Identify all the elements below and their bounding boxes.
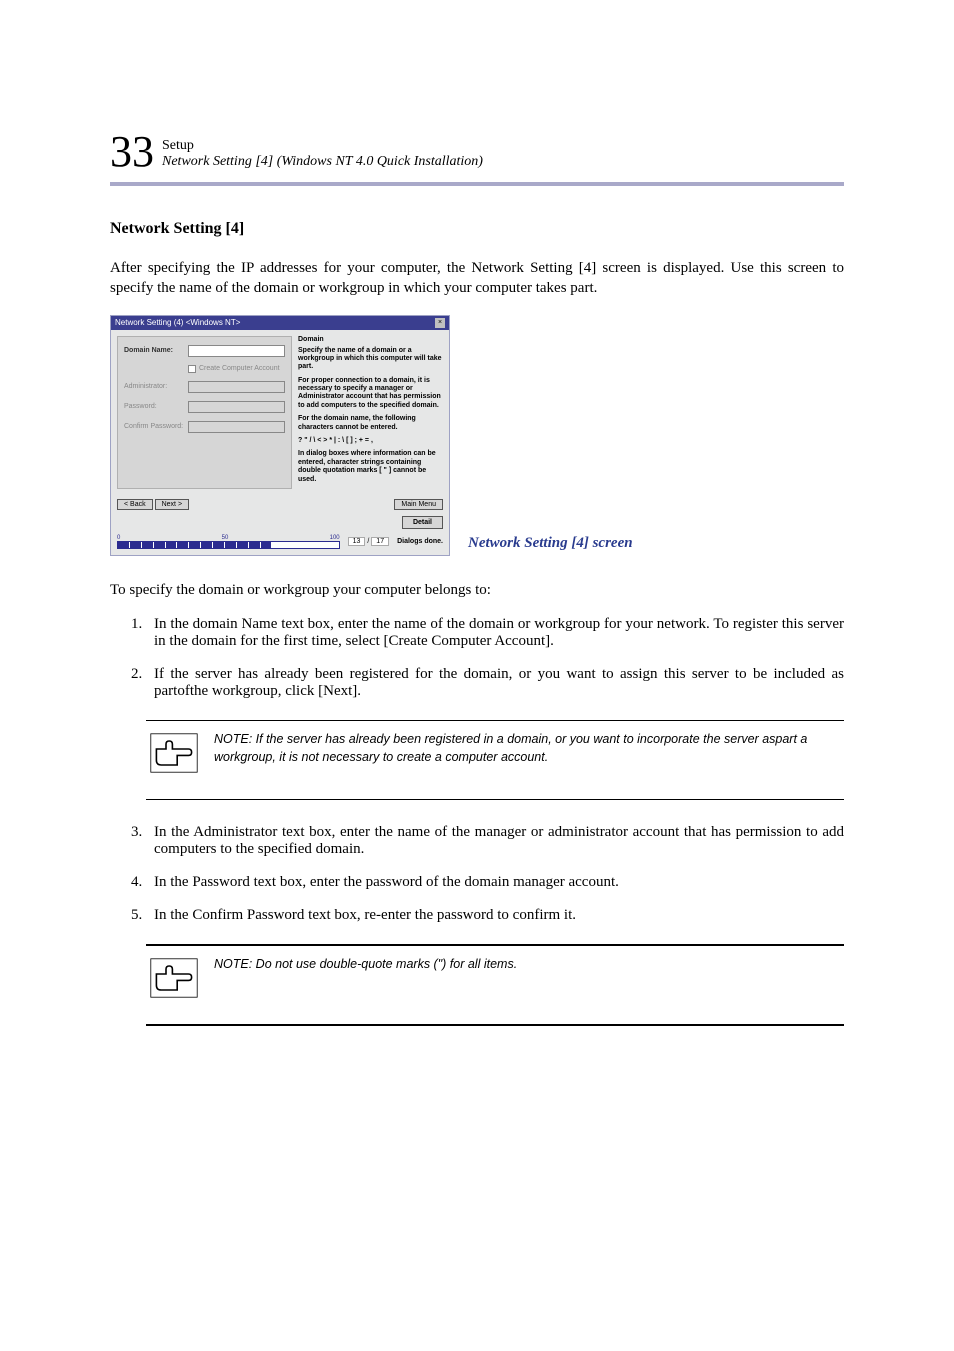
back-button[interactable]: < Back (117, 499, 153, 510)
progress-row: 0 50 100 13 / 17 Dialogs done. (111, 533, 449, 555)
step-2: If the server has already been registere… (146, 666, 844, 700)
steps-list-2: In the Administrator text box, enter the… (132, 824, 844, 924)
note-box-2: NOTE: Do not use double-quote marks (") … (146, 944, 844, 1026)
dialog-help-panel: Domain Specify the name of a domain or a… (298, 336, 443, 489)
header-subtitle: Network Setting [4] (Windows NT 4.0 Quic… (162, 154, 483, 170)
confirm-password-input[interactable] (188, 421, 285, 433)
screenshot-row: Network Setting (4) <Windows NT> × Domai… (110, 315, 844, 556)
dialog-titlebar: Network Setting (4) <Windows NT> × (111, 316, 449, 330)
domain-name-label: Domain Name: (124, 347, 184, 354)
setup-label: Setup (162, 138, 483, 154)
password-label: Password: (124, 403, 184, 410)
dialog-title: Network Setting (4) <Windows NT> (115, 318, 240, 327)
step-1: In the domain Name text box, enter the n… (146, 616, 844, 650)
help-p4: In dialog boxes where information can be… (298, 450, 443, 484)
main-menu-button[interactable]: Main Menu (394, 499, 443, 510)
note-box-1: NOTE: If the server has already been reg… (146, 720, 844, 800)
dialog-form-panel: Domain Name: Create Computer Account Adm… (117, 336, 292, 489)
step-5: In the Confirm Password text box, re-ent… (146, 907, 844, 924)
header-text: Setup Network Setting [4] (Windows NT 4.… (162, 138, 483, 174)
lead-in-text: To specify the domain or workgroup your … (110, 580, 844, 600)
screenshot-caption: Network Setting [4] screen (468, 535, 633, 552)
close-icon[interactable]: × (435, 318, 445, 328)
pointing-hand-icon (150, 731, 198, 775)
help-chars: ? " / \ < > * | : \ [ ] ; + = , (298, 437, 443, 445)
help-p2: For proper connection to a domain, it is… (298, 377, 443, 411)
help-p1: Specify the name of a domain or a workgr… (298, 347, 443, 372)
help-heading: Domain (298, 336, 443, 343)
header-divider (110, 182, 844, 186)
dialog-button-row: < Back Next > Main Menu (111, 495, 449, 514)
step-3: In the Administrator text box, enter the… (146, 824, 844, 858)
step-4: In the Password text box, enter the pass… (146, 874, 844, 891)
chapter-number: 33 (110, 130, 154, 174)
administrator-label: Administrator: (124, 383, 184, 390)
create-account-label: Create Computer Account (199, 365, 280, 372)
page-header: 33 Setup Network Setting [4] (Windows NT… (110, 130, 844, 174)
administrator-input[interactable] (188, 381, 285, 393)
detail-button[interactable]: Detail (402, 516, 443, 529)
pointing-hand-icon (150, 956, 198, 1000)
create-account-row[interactable]: Create Computer Account (188, 365, 285, 373)
note-1-text: NOTE: If the server has already been reg… (214, 731, 840, 766)
progress-done-label: Dialogs done. (397, 538, 443, 545)
confirm-password-label: Confirm Password: (124, 423, 184, 430)
steps-list-1: In the domain Name text box, enter the n… (132, 616, 844, 700)
help-p3: For the domain name, the following chara… (298, 415, 443, 432)
progress-count: 13 / 17 (348, 537, 389, 546)
domain-name-input[interactable] (188, 345, 285, 357)
screenshot-dialog: Network Setting (4) <Windows NT> × Domai… (110, 315, 450, 556)
create-account-checkbox[interactable] (188, 365, 196, 373)
next-button[interactable]: Next > (155, 499, 189, 510)
intro-paragraph: After specifying the IP addresses for yo… (110, 258, 844, 299)
progress-bar (117, 541, 340, 549)
note-2-text: NOTE: Do not use double-quote marks (") … (214, 956, 517, 974)
password-input[interactable] (188, 401, 285, 413)
section-heading: Network Setting [4] (110, 220, 844, 238)
